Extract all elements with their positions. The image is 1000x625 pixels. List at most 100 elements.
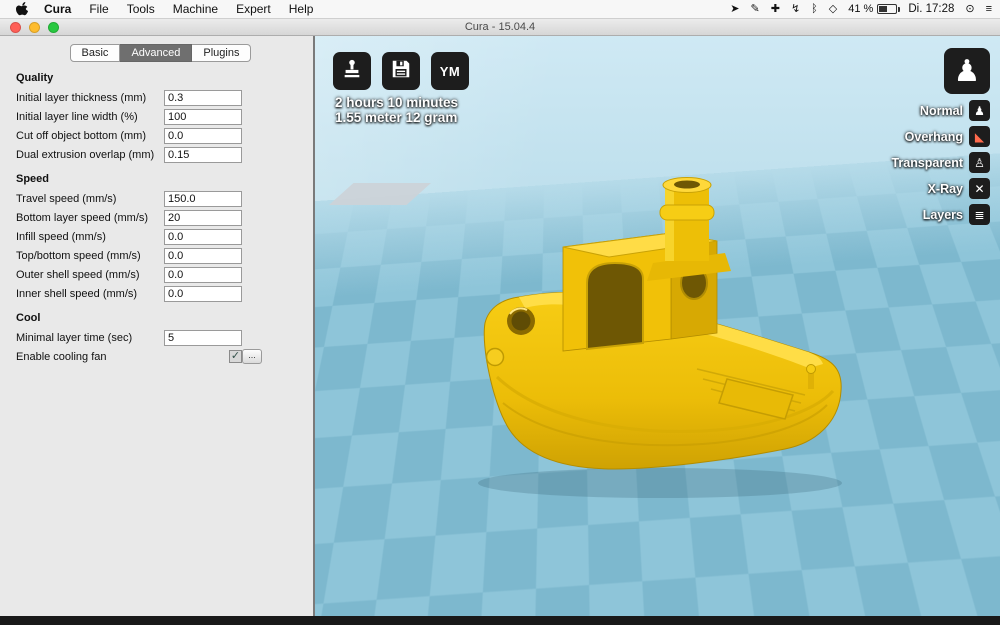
view-mode-xray[interactable]: X-Ray ✕ [928,178,990,199]
close-button[interactable] [10,22,21,33]
view-mode-list: Normal ♟ Overhang ◣ Transparent ♙ X-Ray … [891,100,990,225]
setting-label: Minimal layer time (sec) [16,332,164,344]
view-mode-label: Normal [920,104,963,118]
load-model-button[interactable] [333,52,371,90]
battery-icon [877,4,897,14]
setting-row: Inner shell speed (mm/s) [16,286,242,302]
battery-percent: 41 % [848,3,873,15]
save-icon [390,58,412,85]
bottom-strip [0,616,1000,625]
print-time-estimate: 2 hours 10 minutes [335,95,458,110]
window-controls [10,22,59,33]
window-title: Cura - 15.04.4 [465,21,535,33]
tab-plugins[interactable]: Plugins [192,44,251,62]
send-icon[interactable]: ➤ [730,4,739,15]
diamond-icon[interactable]: ◇ [829,4,837,15]
bolt-icon[interactable]: ↯ [791,4,800,15]
battery-status[interactable]: 41 % [848,3,897,15]
setting-row: Cut off object bottom (mm) [16,128,242,144]
menu-clock[interactable]: Di. 17:28 [908,3,954,15]
menu-machine[interactable]: Machine [164,2,227,16]
minimize-button[interactable] [29,22,40,33]
view-mode-layers[interactable]: Layers ≣ [923,204,990,225]
more-options-button[interactable]: ... [242,349,262,364]
setting-label: Outer shell speed (mm/s) [16,269,164,281]
dual-extrusion-overlap-input[interactable] [164,147,242,163]
settings-panel: Basic Advanced Plugins Quality Initial l… [0,36,315,616]
notification-center-icon[interactable]: ≡ [986,4,992,15]
initial-layer-thickness-input[interactable] [164,90,242,106]
view-mode-overhang[interactable]: Overhang ◣ [905,126,990,147]
share-youmagine-button[interactable]: YM [431,52,469,90]
pencil-icon[interactable]: ✎ [751,4,760,15]
setting-row: Dual extrusion overlap (mm) [16,147,242,163]
transparent-view-icon: ♙ [969,152,990,173]
menu-help[interactable]: Help [280,2,323,16]
apple-icon[interactable] [8,2,35,17]
view-mode-label: Layers [923,208,963,222]
spotlight-icon[interactable]: ⊙ [965,4,974,15]
setting-label: Infill speed (mm/s) [16,231,164,243]
outer-shell-speed-input[interactable] [164,267,242,283]
setting-row: Outer shell speed (mm/s) [16,267,242,283]
setting-row: Initial layer thickness (mm) [16,90,242,106]
inner-shell-speed-input[interactable] [164,286,242,302]
window-title-bar: Cura - 15.04.4 [0,19,1000,36]
tab-basic[interactable]: Basic [70,44,121,62]
tab-advanced[interactable]: Advanced [120,44,192,62]
menu-app-name[interactable]: Cura [35,2,80,16]
benchy-model[interactable] [475,171,855,501]
print-estimates: 2 hours 10 minutes 1.55 meter 12 gram [335,95,458,125]
bluetooth-icon[interactable]: ᛒ [811,4,818,15]
xray-view-icon: ✕ [969,178,990,199]
view-mode-label: X-Ray [928,182,963,196]
view-mode-normal[interactable]: Normal ♟ [920,100,990,121]
cut-off-object-bottom-input[interactable] [164,128,242,144]
view-mode-label: Overhang [905,130,963,144]
setting-row: Initial layer line width (%) [16,109,242,125]
initial-layer-line-width-input[interactable] [164,109,242,125]
setting-row: Enable cooling fan ✓ ... [16,349,262,364]
view-mode-button[interactable]: ♟ [944,48,990,94]
section-quality: Quality [16,72,305,84]
normal-view-icon: ♟ [969,100,990,121]
zoom-button[interactable] [48,22,59,33]
menu-tools[interactable]: Tools [118,2,164,16]
setting-row: Bottom layer speed (mm/s) [16,210,242,226]
settings-tabs: Basic Advanced Plugins [16,44,305,62]
setting-row: Infill speed (mm/s) [16,229,242,245]
view-mode-label: Transparent [891,156,963,170]
viewport-toolbar: YM [333,52,469,90]
section-cool: Cool [16,312,305,324]
material-estimate: 1.55 meter 12 gram [335,110,458,125]
viewport-3d[interactable]: YM 2 hours 10 minutes 1.55 meter 12 gram… [315,36,1000,616]
window-content: Basic Advanced Plugins Quality Initial l… [0,36,1000,616]
status-tray: ➤ ✎ ✚ ↯ ᛒ ◇ 41 % Di. 17:28 ⊙ ≡ [730,3,992,15]
setting-label: Bottom layer speed (mm/s) [16,212,164,224]
view-mode-icon: ♟ [954,54,981,89]
setting-label: Cut off object bottom (mm) [16,130,164,142]
travel-speed-input[interactable] [164,191,242,207]
section-speed: Speed [16,173,305,185]
view-mode-transparent[interactable]: Transparent ♙ [891,152,990,173]
plus-icon[interactable]: ✚ [771,4,780,15]
setting-label: Top/bottom speed (mm/s) [16,250,164,262]
setting-label: Inner shell speed (mm/s) [16,288,164,300]
setting-label: Dual extrusion overlap (mm) [16,149,164,161]
setting-row: Travel speed (mm/s) [16,191,242,207]
overhang-view-icon: ◣ [969,126,990,147]
menu-expert[interactable]: Expert [227,2,280,16]
setting-row: Top/bottom speed (mm/s) [16,248,242,264]
enable-cooling-fan-checkbox[interactable]: ✓ [229,350,242,363]
minimal-layer-time-input[interactable] [164,330,242,346]
menu-bar: Cura File Tools Machine Expert Help ➤ ✎ … [0,0,1000,19]
youmagine-icon: YM [440,64,461,79]
top-bottom-speed-input[interactable] [164,248,242,264]
bottom-layer-speed-input[interactable] [164,210,242,226]
infill-speed-input[interactable] [164,229,242,245]
setting-label: Initial layer line width (%) [16,111,164,123]
setting-row: Minimal layer time (sec) [16,330,242,346]
menu-file[interactable]: File [80,2,117,16]
layers-view-icon: ≣ [969,204,990,225]
save-toolpath-button[interactable] [382,52,420,90]
